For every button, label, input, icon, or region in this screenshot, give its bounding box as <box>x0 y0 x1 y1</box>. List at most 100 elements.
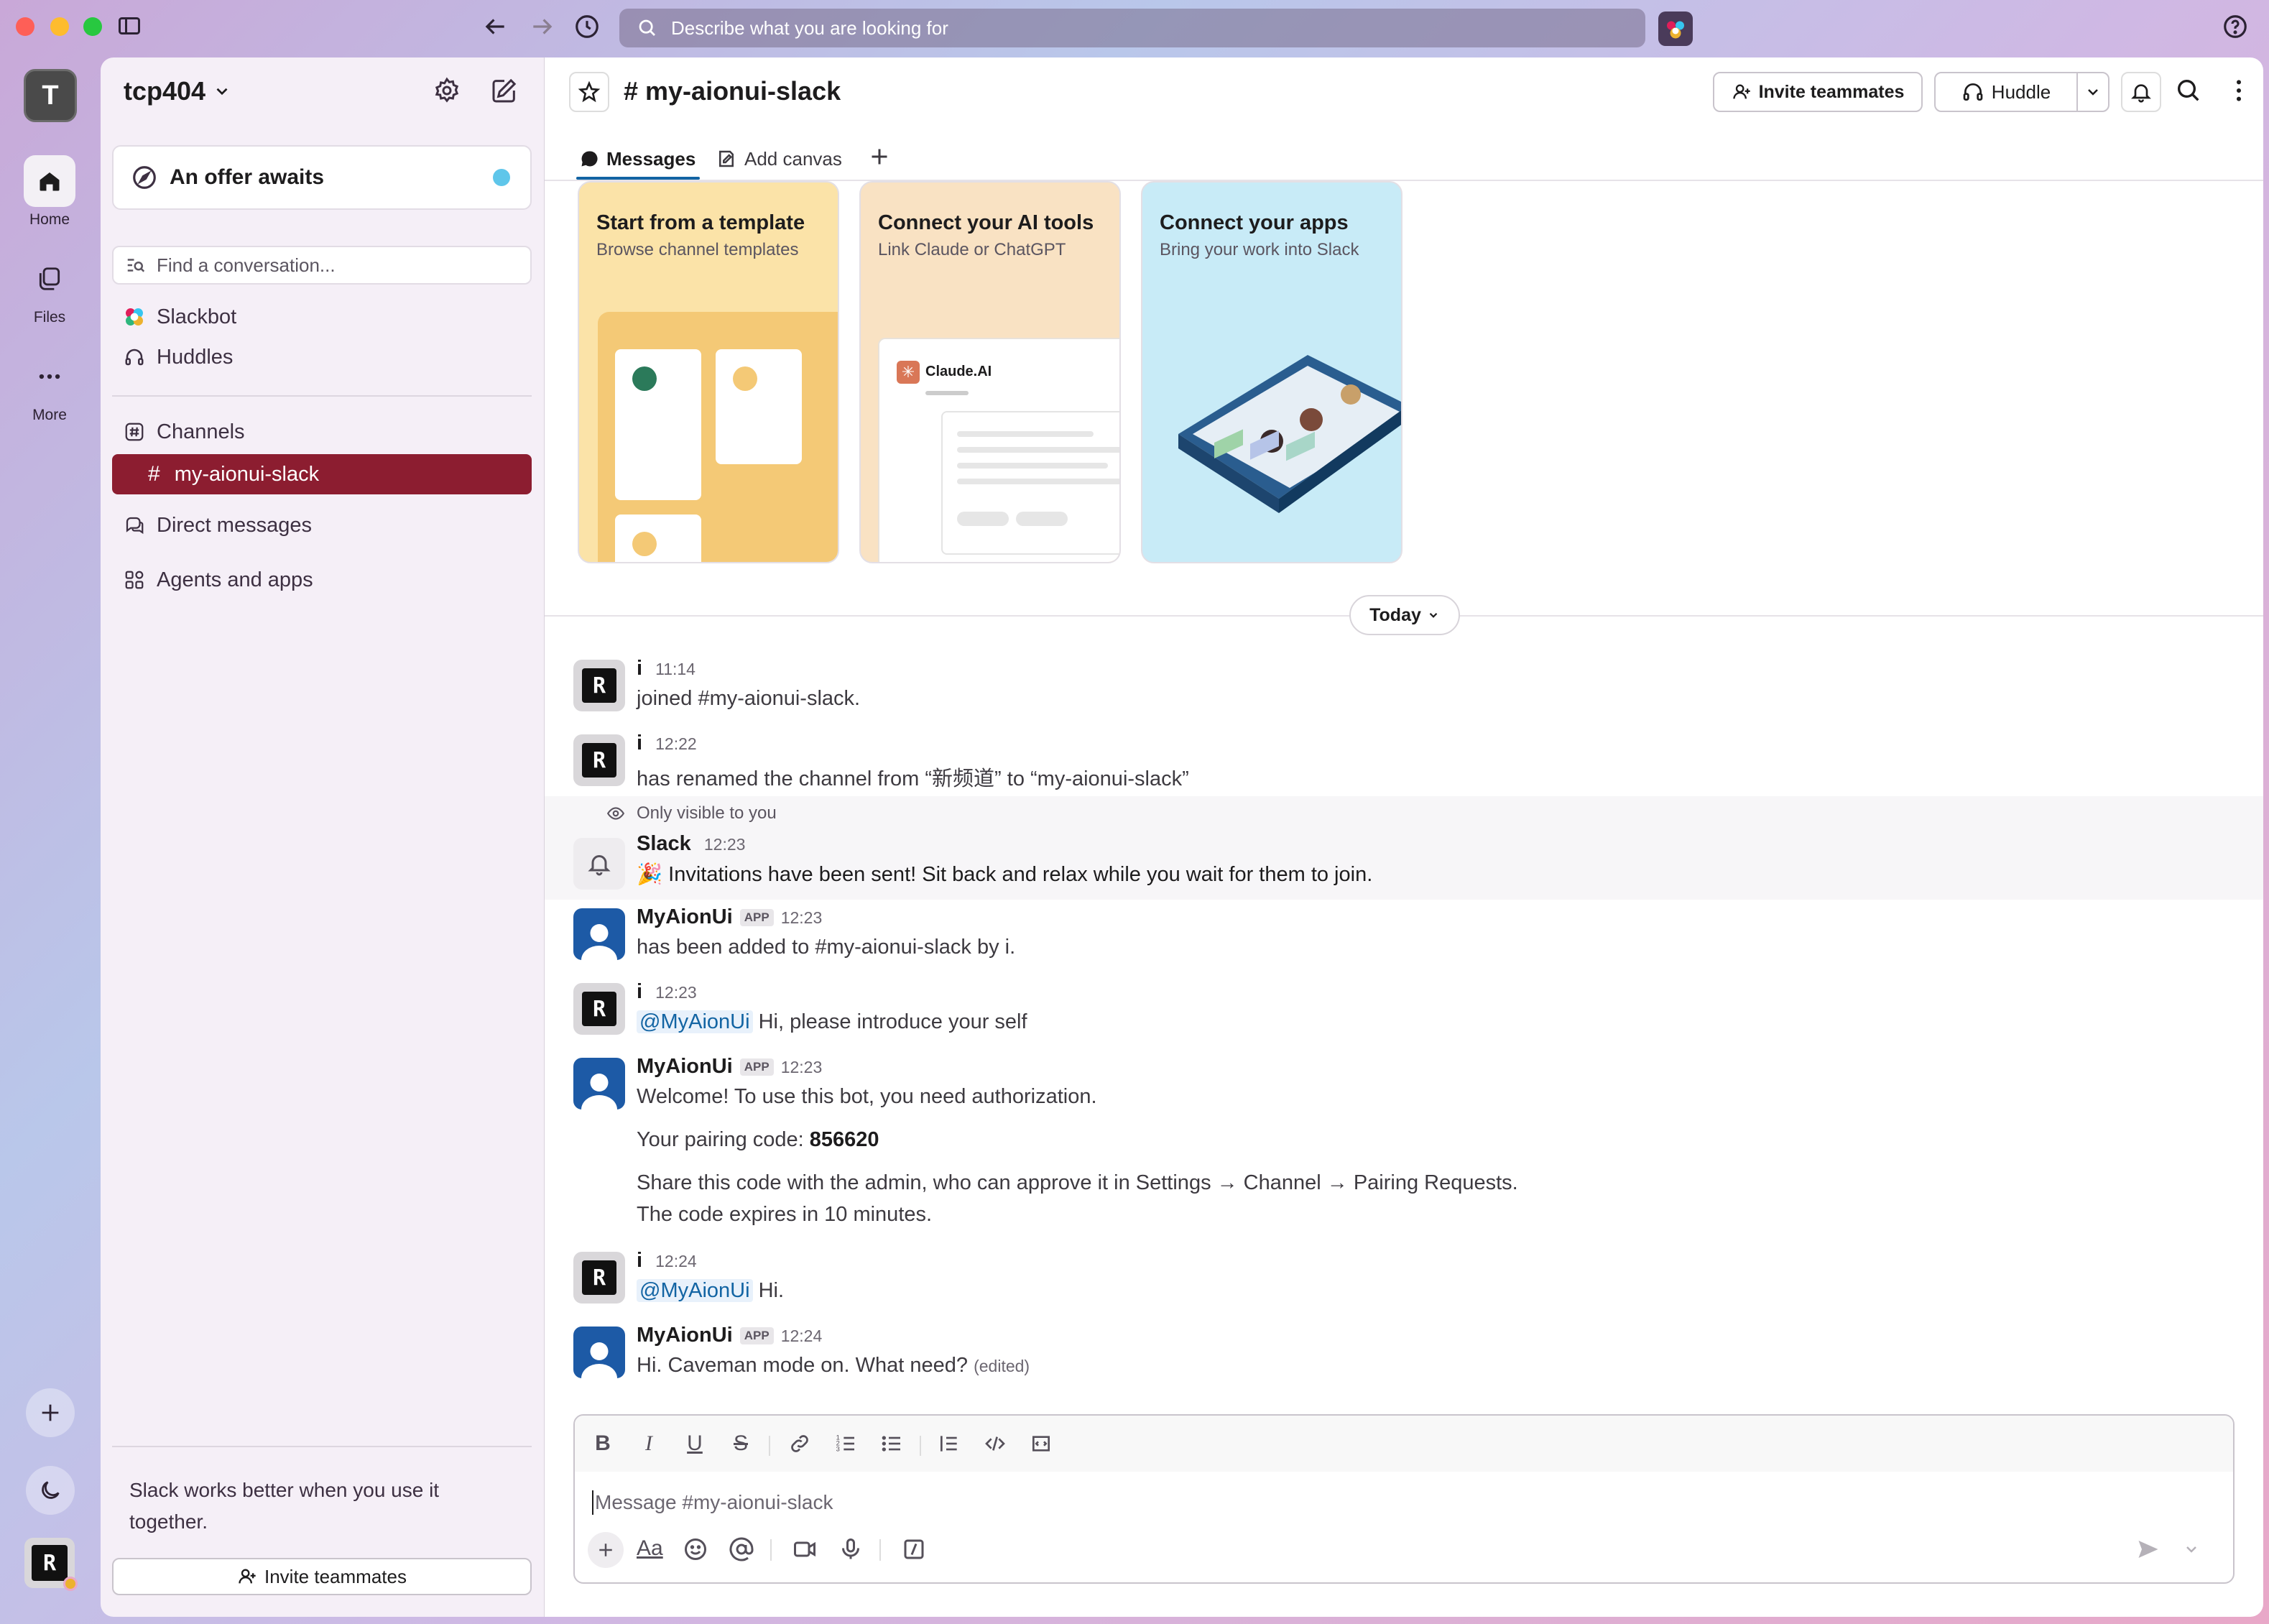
send-button[interactable] <box>2135 1536 2161 1562</box>
sidebar-item-channels[interactable]: Channels <box>122 420 245 444</box>
sidebar-toggle-icon[interactable] <box>116 13 142 39</box>
avatar[interactable]: R <box>573 1252 625 1304</box>
message-author[interactable]: i <box>637 980 642 1003</box>
user-avatar-top[interactable] <box>1658 11 1693 46</box>
channel-more-button[interactable] <box>2224 76 2253 105</box>
message-item-ephemeral[interactable]: Only visible to you Slack 12:23 🎉 Invita… <box>573 803 2226 897</box>
rail-home[interactable]: Home <box>22 155 78 229</box>
avatar[interactable] <box>573 1058 625 1109</box>
huddle-options-button[interactable] <box>2076 72 2109 112</box>
strikethrough-button[interactable]: S <box>726 1429 756 1459</box>
message-item[interactable]: R i 11:14 joined #my-aionui-slack. <box>573 657 2226 729</box>
offer-banner[interactable]: An offer awaits <box>112 145 532 210</box>
help-icon[interactable] <box>2222 13 2249 40</box>
emoji-button[interactable] <box>683 1536 708 1562</box>
message-author[interactable]: MyAionUi <box>637 1055 733 1078</box>
avatar[interactable] <box>573 838 625 890</box>
channel-title[interactable]: # my-aionui-slack <box>624 76 841 106</box>
rail-more[interactable]: More <box>22 351 78 424</box>
message-author[interactable]: i <box>637 732 642 755</box>
top-search-bar[interactable]: Describe what you are looking for <box>619 9 1645 47</box>
back-arrow-icon[interactable] <box>481 13 509 40</box>
workspace-name[interactable]: tcp404 <box>124 76 231 106</box>
message-time[interactable]: 12:24 <box>781 1327 823 1345</box>
message-time[interactable]: 12:22 <box>655 734 697 753</box>
video-clip-button[interactable] <box>792 1536 818 1562</box>
message-time[interactable]: 12:23 <box>704 835 746 854</box>
message-item[interactable]: R i 12:24 @MyAionUi Hi. <box>573 1249 2226 1321</box>
link-button[interactable] <box>785 1429 815 1459</box>
message-item[interactable]: MyAionUi APP 12:24 Hi. Caveman mode on. Wh… <box>573 1324 2226 1395</box>
underline-button[interactable]: U <box>680 1429 710 1459</box>
message-author[interactable]: i <box>637 1249 642 1272</box>
card-connect-apps[interactable]: Connect your apps Bring your work into S… <box>1141 181 1402 563</box>
tab-add-canvas[interactable]: Add canvas <box>716 141 842 177</box>
shortcuts-button[interactable] <box>901 1536 927 1562</box>
message-time[interactable]: 12:23 <box>781 1058 823 1076</box>
date-divider-pill[interactable]: Today <box>1349 595 1460 635</box>
sidebar-item-agents-and-apps[interactable]: Agents and apps <box>122 568 313 592</box>
audio-clip-button[interactable] <box>838 1536 864 1562</box>
message-author[interactable]: Slack <box>637 832 691 855</box>
sidebar-item-huddles[interactable]: Huddles <box>122 345 233 369</box>
app-badge: APP <box>739 1327 774 1345</box>
bell-icon <box>588 855 611 876</box>
minimize-window-button[interactable] <box>50 17 69 36</box>
compose-new-message-button[interactable] <box>490 76 519 105</box>
avatar[interactable] <box>573 1327 625 1378</box>
send-options-button[interactable] <box>2183 1541 2200 1558</box>
card-start-from-template[interactable]: Start from a template Browse channel tem… <box>578 181 839 563</box>
ordered-list-button[interactable]: 123 <box>831 1429 861 1459</box>
message-input[interactable]: Message #my-aionui-slack <box>592 1485 2216 1521</box>
message-item[interactable]: R i 12:23 @MyAionUi Hi, please introduce… <box>573 980 2226 1052</box>
bulleted-list-button[interactable] <box>877 1429 907 1459</box>
text-format-button[interactable]: Aa <box>637 1536 663 1561</box>
avatar[interactable] <box>573 908 625 960</box>
star-channel-button[interactable] <box>569 72 609 112</box>
forward-arrow-icon[interactable] <box>529 13 556 40</box>
huddle-button[interactable]: Huddle <box>1934 72 2078 112</box>
maximize-window-button[interactable] <box>83 17 102 36</box>
close-window-button[interactable] <box>16 17 34 36</box>
find-conversation-input[interactable]: Find a conversation... <box>112 246 532 285</box>
blockquote-button[interactable] <box>934 1429 964 1459</box>
italic-button[interactable]: I <box>634 1429 664 1459</box>
message-item[interactable]: R i 12:22 has renamed the channel from “… <box>573 732 2226 803</box>
message-time[interactable]: 12:23 <box>781 908 823 927</box>
headphones-icon <box>122 345 147 369</box>
profile-avatar[interactable]: R <box>24 1538 78 1591</box>
message-author[interactable]: i <box>637 657 642 680</box>
code-block-button[interactable] <box>1026 1429 1056 1459</box>
card-connect-ai-tools[interactable]: Connect your AI tools Link Claude or Cha… <box>859 181 1121 563</box>
history-clock-icon[interactable] <box>573 13 601 40</box>
message-time[interactable]: 11:14 <box>655 660 696 678</box>
dark-mode-toggle[interactable] <box>26 1466 75 1515</box>
avatar[interactable]: R <box>573 983 625 1035</box>
channel-search-button[interactable] <box>2174 76 2203 105</box>
user-mention[interactable]: @MyAionUi <box>637 1279 753 1302</box>
rail-files[interactable]: Files <box>22 253 78 326</box>
sidebar-invite-teammates-button[interactable]: Invite teammates <box>112 1558 532 1595</box>
add-tab-button[interactable] <box>867 144 892 170</box>
attach-button[interactable] <box>588 1532 624 1568</box>
avatar[interactable]: R <box>573 734 625 786</box>
sidebar-item-slackbot[interactable]: Slackbot <box>122 305 236 329</box>
message-author[interactable]: MyAionUi <box>637 1324 733 1347</box>
settings-gear-button[interactable] <box>433 76 461 105</box>
sidebar-item-direct-messages[interactable]: Direct messages <box>122 513 312 538</box>
message-time[interactable]: 12:24 <box>655 1252 697 1270</box>
workspace-switcher[interactable]: T <box>24 69 77 122</box>
bold-button[interactable]: B <box>588 1429 618 1459</box>
sidebar-item-my-aionui-slack[interactable]: # my-aionui-slack <box>112 454 532 494</box>
add-workspace-button[interactable] <box>26 1388 75 1437</box>
user-mention[interactable]: @MyAionUi <box>637 1010 753 1033</box>
message-item[interactable]: MyAionUi APP 12:23 has been added to #my-a… <box>573 905 2226 977</box>
invite-teammates-button[interactable]: Invite teammates <box>1713 72 1923 112</box>
tab-messages[interactable]: Messages <box>579 141 696 177</box>
code-button[interactable] <box>980 1429 1010 1459</box>
message-author[interactable]: MyAionUi <box>637 905 733 928</box>
message-time[interactable]: 12:23 <box>655 983 697 1002</box>
mention-button[interactable] <box>729 1536 754 1562</box>
avatar[interactable]: R <box>573 660 625 711</box>
notifications-button[interactable] <box>2121 72 2161 112</box>
